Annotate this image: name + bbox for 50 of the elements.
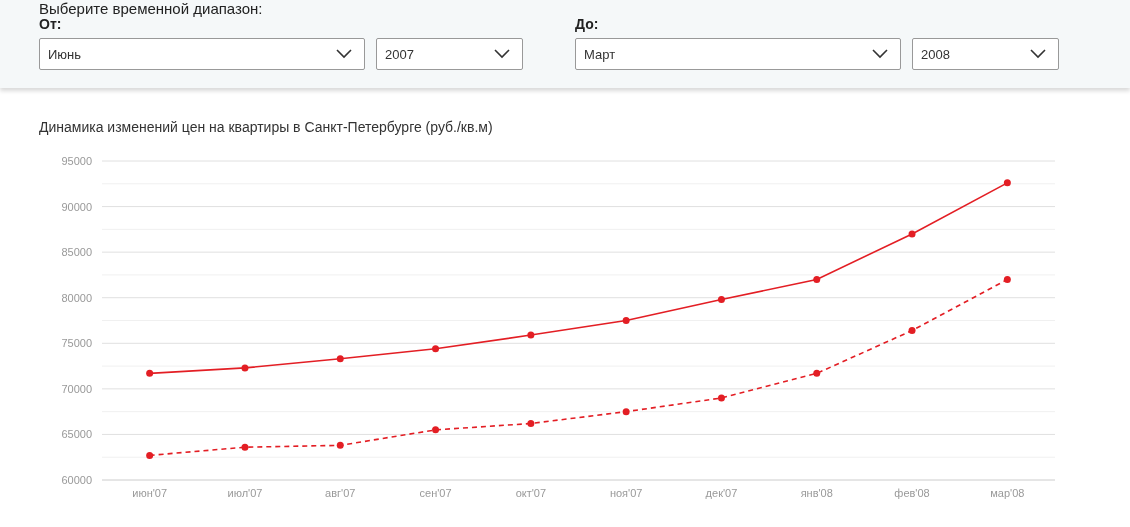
axis-tick-label: ноя'07 xyxy=(609,487,643,499)
year-select[interactable]: 2007 xyxy=(376,38,523,70)
data-point xyxy=(146,369,154,377)
data-point xyxy=(622,317,630,324)
axis-tick-label: 75000 xyxy=(61,337,92,350)
data-point xyxy=(1003,179,1011,187)
data-point xyxy=(717,296,725,304)
axis-tick-label: 85000 xyxy=(61,246,92,259)
data-point xyxy=(336,355,344,363)
axis-tick-label: 80000 xyxy=(61,291,92,304)
axis-tick-label: янв'08 xyxy=(800,487,833,499)
axis-tick-label: 65000 xyxy=(61,428,92,441)
data-point xyxy=(908,327,916,335)
chevron-down-icon xyxy=(494,49,510,59)
data-point xyxy=(622,408,630,416)
data-point xyxy=(717,394,725,402)
data-point xyxy=(1003,276,1011,283)
axis-tick-label: 90000 xyxy=(61,200,92,213)
range-label: От: xyxy=(39,16,62,34)
data-point xyxy=(146,451,154,459)
axis-tick-label: июл'07 xyxy=(227,487,263,499)
axis-tick-label: дек'07 xyxy=(705,487,738,499)
axis-tick-label: 95000 xyxy=(61,155,92,167)
month-select[interactable]: Март xyxy=(575,38,901,70)
chevron-down-icon xyxy=(872,49,888,59)
chart-title: Динамика изменений цен на квартиры в Санкт-Петербурге (руб./кв.м) xyxy=(39,119,493,135)
data-point xyxy=(432,426,440,434)
axis-tick-label: сен'07 xyxy=(419,487,452,499)
axis-tick-label: фев'08 xyxy=(894,487,930,499)
data-point xyxy=(527,331,535,339)
data-point xyxy=(336,441,344,449)
chevron-down-icon xyxy=(336,49,352,59)
data-point xyxy=(241,364,249,372)
axis-tick-label: мар'08 xyxy=(990,487,1025,499)
data-point xyxy=(908,230,916,238)
axis-tick-label: 70000 xyxy=(61,382,92,395)
axis-tick-label: 60000 xyxy=(61,474,92,486)
data-point xyxy=(527,420,535,427)
data-point xyxy=(241,443,249,451)
data-point xyxy=(432,345,440,353)
data-point xyxy=(813,369,821,377)
axis-tick-label: июн'07 xyxy=(132,487,168,499)
month-select[interactable]: Июнь xyxy=(39,38,365,70)
axis-tick-label: окт'07 xyxy=(515,487,547,499)
instruction-text: Выберите временной диапазон: xyxy=(39,0,263,18)
range-label: До: xyxy=(575,15,599,34)
axis-tick-label: авг'07 xyxy=(325,487,356,499)
year-select[interactable]: 2008 xyxy=(912,38,1059,70)
chevron-down-icon xyxy=(1030,49,1046,59)
data-point xyxy=(813,276,821,283)
